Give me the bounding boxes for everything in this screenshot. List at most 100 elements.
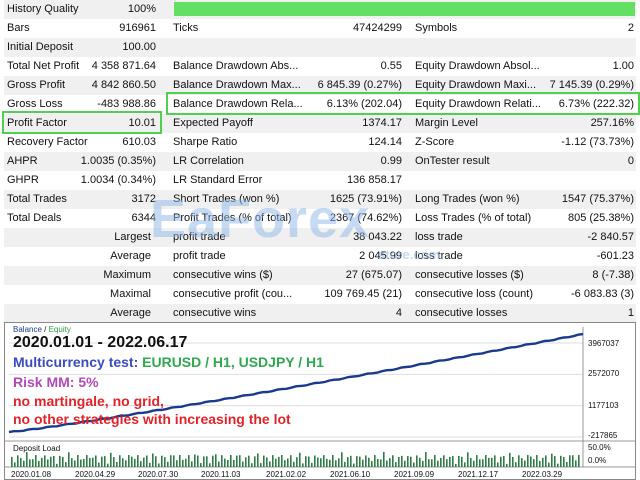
multicurrency-pairs: EURUSD / H1, USDJPY / H1 xyxy=(142,354,324,370)
deposit-load-bar xyxy=(215,454,217,467)
deposit-load-bar xyxy=(188,455,190,467)
metric-value xyxy=(484,171,634,190)
metric-value: -2 840.57 xyxy=(587,231,634,243)
deposit-load-bar xyxy=(461,456,463,467)
deposit-load-bar xyxy=(419,457,421,467)
deposit-load-bar xyxy=(23,460,25,467)
deposit-load-bar xyxy=(524,460,526,467)
metric-value: 1.0035 (0.35%) xyxy=(80,155,156,167)
metric-value xyxy=(64,304,156,323)
deposit-load-bar xyxy=(413,462,415,467)
metric-value: 4 xyxy=(395,307,402,319)
deposit-load-bar xyxy=(206,456,208,467)
report-row: Initial Deposit 100.00 xyxy=(4,38,636,57)
deposit-load-bar xyxy=(338,458,340,467)
metric-value xyxy=(64,247,156,266)
deposit-load-bar xyxy=(257,453,259,467)
history-quality-row: History Quality 100% xyxy=(4,0,636,19)
multicurrency-label: Multicurrency test: xyxy=(13,354,139,370)
y-tick-label: 1177103 xyxy=(588,401,619,410)
deposit-load-bar xyxy=(284,460,286,467)
deposit-load-bar xyxy=(56,463,58,467)
deposit-load-bar xyxy=(440,458,442,467)
deposit-load-bar xyxy=(320,458,322,467)
deposit-load-bar xyxy=(353,463,355,467)
deposit-load-bar xyxy=(509,452,511,467)
deposit-load-bar xyxy=(323,455,325,467)
deposit-load-bar xyxy=(116,461,118,467)
x-tick-label: 2020.01.08 xyxy=(11,470,52,479)
deposit-load-bar xyxy=(71,458,73,467)
deposit-load-bar xyxy=(110,452,112,467)
deposit-load-bar xyxy=(407,456,409,467)
deposit-load-bar xyxy=(209,463,211,467)
metric-value: -6 083.83 (3) xyxy=(571,288,634,300)
report-row: Gross Profit 4 842 860.50 Balance Drawdown… xyxy=(4,76,636,95)
deposit-load-bar xyxy=(356,456,358,467)
deposit-load-bar xyxy=(389,458,391,467)
deposit-load-bar xyxy=(137,455,139,467)
metric-value: 6.13% (202.04) xyxy=(326,98,402,110)
load-tick-label: 50.0% xyxy=(588,443,611,452)
deposit-load-bar xyxy=(122,458,124,467)
metric-value xyxy=(64,266,156,285)
metric-value: 6 845.39 (0.27%) xyxy=(317,79,402,91)
deposit-load-bar xyxy=(365,455,367,467)
metric-value: 7 145.39 (0.29%) xyxy=(549,79,634,91)
deposit-load-bar xyxy=(275,458,277,467)
metric-value: 27 (675.07) xyxy=(345,269,402,281)
deposit-load-bar xyxy=(11,456,13,467)
deposit-load-bar xyxy=(554,456,556,467)
deposit-load-bar xyxy=(401,455,403,467)
history-quality-fill xyxy=(174,2,635,16)
metric-value xyxy=(64,228,156,247)
metric-value: 124.14 xyxy=(368,136,402,148)
deposit-load-bar xyxy=(281,455,283,467)
deposit-load-bar xyxy=(155,456,157,467)
deposit-load-bar xyxy=(476,455,478,467)
deposit-load-bar xyxy=(404,460,406,467)
watermark-sub: store.com xyxy=(378,247,441,262)
x-tick-label: 2021.09.09 xyxy=(394,470,435,479)
deposit-load-bar xyxy=(278,456,280,467)
deposit-load-bar xyxy=(563,457,565,467)
metric-value: 0.99 xyxy=(380,155,402,167)
deposit-load-bar xyxy=(221,455,223,467)
deposit-load-bar xyxy=(263,455,265,467)
deposit-load-bar xyxy=(50,456,52,467)
deposit-load-bar xyxy=(299,452,301,467)
deposit-load-bar xyxy=(293,461,295,467)
deposit-load-bar xyxy=(32,459,34,467)
metric-value: 109 769.45 (21) xyxy=(324,288,402,300)
deposit-load-bar xyxy=(374,455,376,467)
deposit-load-bar xyxy=(248,455,250,467)
deposit-load-bar xyxy=(233,459,235,467)
deposit-load-bar xyxy=(131,456,133,467)
metric-value: 6344 xyxy=(131,212,156,224)
deposit-load-bar xyxy=(260,463,262,467)
deposit-load-bar xyxy=(443,455,445,467)
deposit-load-bar xyxy=(560,455,562,467)
metric-value xyxy=(484,38,634,57)
deposit-load-bar xyxy=(506,463,508,467)
metric-value: 1.0034 (0.34%) xyxy=(80,174,156,186)
deposit-load-bar xyxy=(146,455,148,467)
deposit-load-bar xyxy=(38,460,40,467)
metric-value: 916961 xyxy=(119,22,156,34)
deposit-load-bar xyxy=(539,460,541,467)
deposit-load-bar xyxy=(20,457,22,467)
deposit-load-bar xyxy=(26,452,28,467)
deposit-load-bar xyxy=(362,459,364,467)
deposit-load-bar xyxy=(380,459,382,467)
deposit-load-bar xyxy=(44,455,46,467)
deposit-load-bar xyxy=(296,457,298,467)
report-row: Bars 916961 Ticks 47424299 Symbols 2 xyxy=(4,19,636,38)
deposit-load-bar xyxy=(536,455,538,467)
deposit-load-bar xyxy=(485,455,487,467)
deposit-load-bar xyxy=(347,457,349,467)
deposit-load-bar xyxy=(74,460,76,467)
deposit-load-bar xyxy=(377,458,379,467)
deposit-load-bar xyxy=(287,458,289,467)
deposit-load-bar xyxy=(491,457,493,467)
metric-value: 8 (-7.38) xyxy=(592,269,634,281)
